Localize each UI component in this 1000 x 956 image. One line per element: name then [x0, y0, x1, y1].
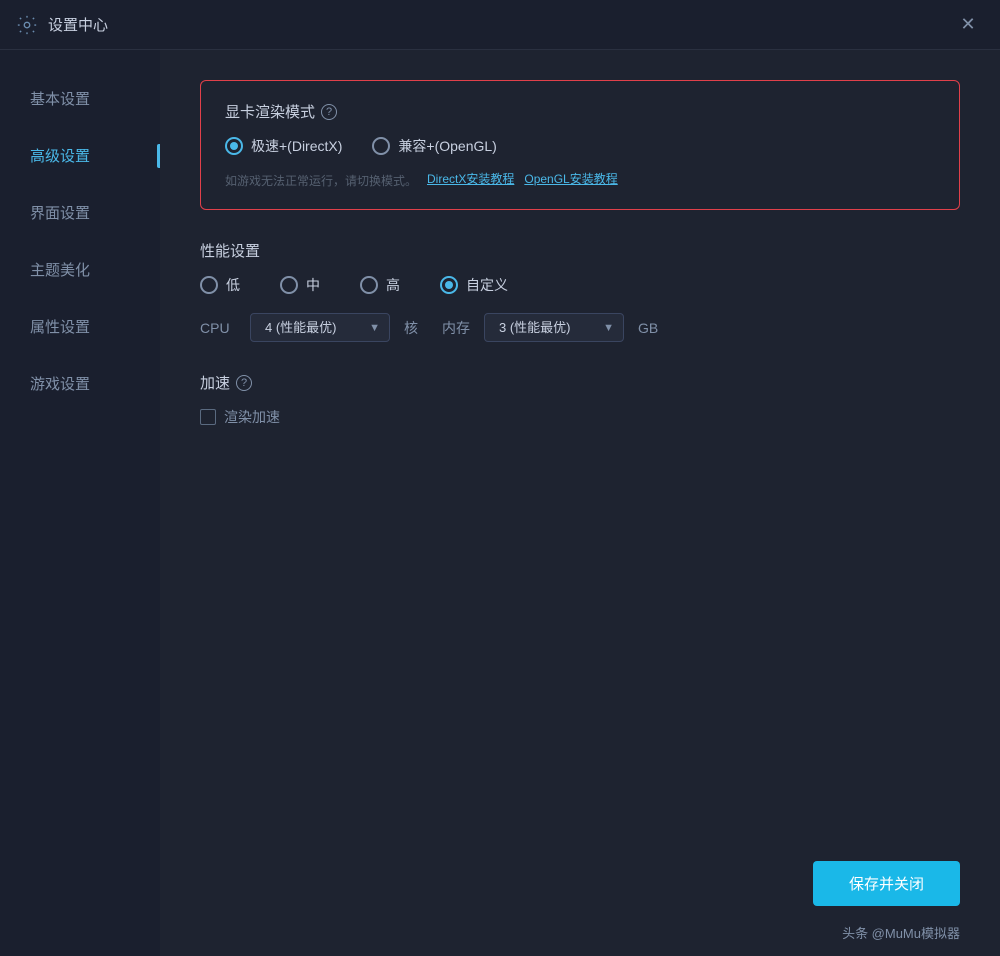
performance-section: 性能设置 低 中 高 自定义: [200, 240, 960, 342]
close-button[interactable]: ✕: [952, 9, 984, 41]
radio-opengl-label: 兼容+(OpenGL): [398, 136, 496, 156]
sidebar-item-theme[interactable]: 主题美化: [0, 241, 160, 298]
acceleration-title: 加速 ?: [200, 372, 960, 393]
directx-tutorial-link[interactable]: DirectX安装教程: [427, 170, 514, 187]
cpu-unit-label: 核: [404, 318, 418, 338]
gpu-help-icon[interactable]: ?: [321, 104, 337, 120]
app-title: 设置中心: [48, 14, 952, 35]
preset-mid-label: 中: [306, 275, 320, 295]
sidebar-item-basic[interactable]: 基本设置: [0, 70, 160, 127]
cpu-memory-row: CPU 4 (性能最优) 1 2 6 8 ▼ 核 内存 3 (性能最优): [200, 313, 960, 342]
cpu-select[interactable]: 4 (性能最优) 1 2 6 8: [250, 313, 390, 342]
sidebar-item-interface[interactable]: 界面设置: [0, 184, 160, 241]
radio-directx-circle: [225, 137, 243, 155]
preset-mid[interactable]: 中: [280, 275, 320, 295]
mem-label: 内存: [442, 318, 470, 338]
acceleration-help-icon[interactable]: ?: [236, 375, 252, 391]
mem-select[interactable]: 3 (性能最优) 1 2 4 6 8: [484, 313, 624, 342]
preset-low-circle: [200, 276, 218, 294]
render-accel-checkbox[interactable]: [200, 409, 216, 425]
preset-high-circle: [360, 276, 378, 294]
cpu-label: CPU: [200, 320, 236, 336]
cpu-select-wrapper: 4 (性能最优) 1 2 6 8 ▼: [250, 313, 390, 342]
render-accel-label: 渲染加速: [224, 407, 280, 427]
preset-custom-circle: [440, 276, 458, 294]
watermark: 头条 @MuMu模拟器: [842, 923, 960, 942]
gpu-render-section: 显卡渲染模式 ? 极速+(DirectX) 兼容+(OpenGL) 如游戏无法正…: [200, 80, 960, 210]
save-button-row: 保存并关闭: [813, 861, 960, 906]
content-area: 显卡渲染模式 ? 极速+(DirectX) 兼容+(OpenGL) 如游戏无法正…: [160, 50, 1000, 956]
render-accel-row: 渲染加速: [200, 407, 960, 427]
settings-icon: [16, 14, 38, 36]
radio-directx[interactable]: 极速+(DirectX): [225, 136, 342, 156]
preset-low-label: 低: [226, 275, 240, 295]
save-close-button[interactable]: 保存并关闭: [813, 861, 960, 906]
preset-low[interactable]: 低: [200, 275, 240, 295]
mem-unit-label: GB: [638, 320, 658, 336]
acceleration-section: 加速 ? 渲染加速: [200, 372, 960, 427]
radio-directx-label: 极速+(DirectX): [251, 136, 342, 156]
gpu-section-title: 显卡渲染模式 ?: [225, 101, 935, 122]
preset-mid-circle: [280, 276, 298, 294]
sidebar-item-advanced[interactable]: 高级设置: [0, 127, 160, 184]
gpu-hint-text: 如游戏无法正常运行，请切换模式。: [225, 172, 417, 189]
preset-high-label: 高: [386, 275, 400, 295]
sidebar-item-properties[interactable]: 属性设置: [0, 298, 160, 355]
radio-opengl[interactable]: 兼容+(OpenGL): [372, 136, 496, 156]
sidebar: 基本设置 高级设置 界面设置 主题美化 属性设置 游戏设置: [0, 50, 160, 956]
sidebar-item-games[interactable]: 游戏设置: [0, 355, 160, 412]
mem-select-wrapper: 3 (性能最优) 1 2 4 6 8 ▼: [484, 313, 624, 342]
performance-section-title: 性能设置: [200, 240, 960, 261]
opengl-tutorial-link[interactable]: OpenGL安装教程: [524, 170, 617, 187]
preset-custom[interactable]: 自定义: [440, 275, 508, 295]
performance-preset-row: 低 中 高 自定义: [200, 275, 960, 295]
preset-high[interactable]: 高: [360, 275, 400, 295]
title-bar: 设置中心 ✕: [0, 0, 1000, 50]
gpu-radio-group: 极速+(DirectX) 兼容+(OpenGL): [225, 136, 935, 156]
main-layout: 基本设置 高级设置 界面设置 主题美化 属性设置 游戏设置 显卡渲染模式 ?: [0, 50, 1000, 956]
radio-opengl-circle: [372, 137, 390, 155]
preset-custom-label: 自定义: [466, 275, 508, 295]
